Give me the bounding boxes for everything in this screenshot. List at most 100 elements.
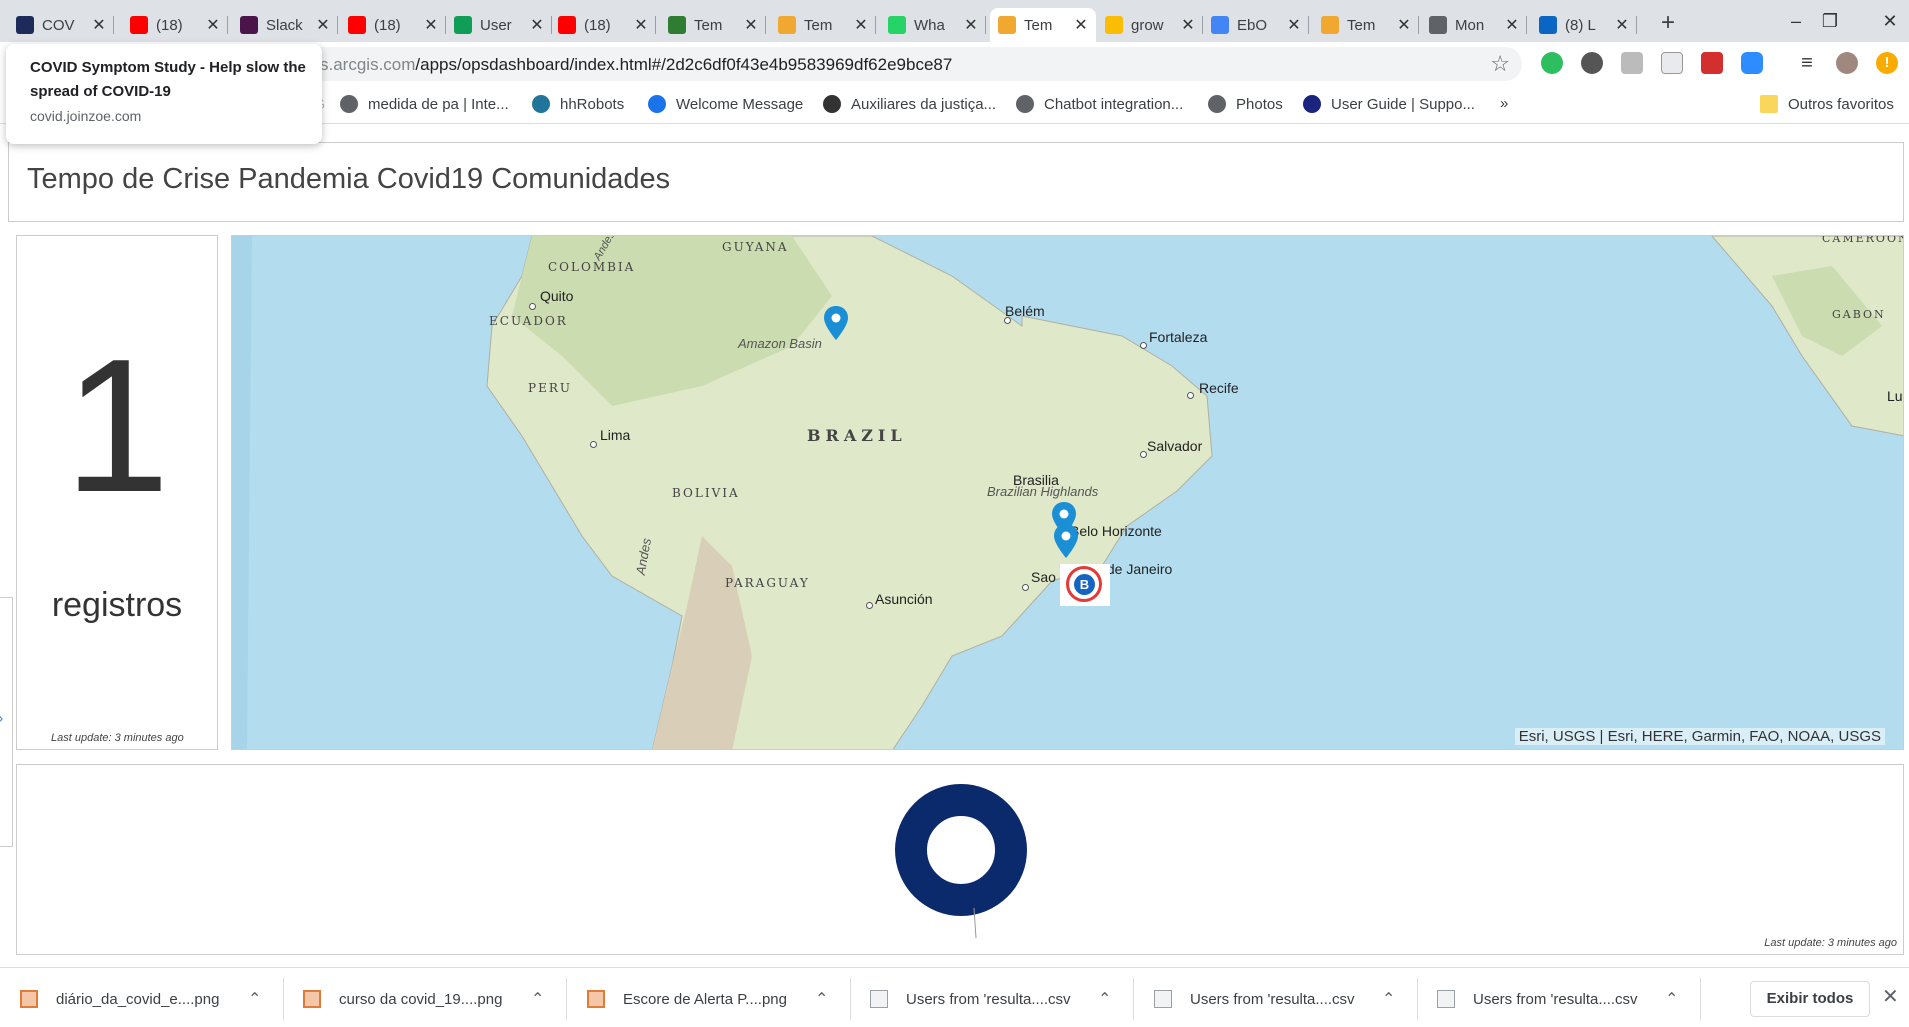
- new-tab-button[interactable]: +: [1653, 8, 1683, 38]
- zoom-icon[interactable]: [1741, 52, 1763, 74]
- tab[interactable]: (8) L ✕: [1531, 8, 1637, 42]
- close-tab-icon[interactable]: ✕: [1287, 15, 1301, 35]
- map-panel[interactable]: GUYANA COLOMBIA ECUADOR PERU BRAZIL BOLI…: [231, 235, 1904, 750]
- youtube-icon: [130, 16, 148, 34]
- download-separator: [1700, 978, 1701, 1020]
- map-label-sao-paulo: Sao: [1031, 569, 1056, 585]
- update-alert-icon[interactable]: !: [1876, 52, 1898, 74]
- chevron-up-icon[interactable]: ⌃: [248, 986, 261, 1012]
- city-dot-salvador: [1140, 451, 1147, 458]
- mendeley-icon[interactable]: [1701, 52, 1723, 74]
- donut-chart: [895, 784, 1027, 938]
- close-window-icon[interactable]: ✕: [1870, 6, 1909, 36]
- tab[interactable]: (18) ✕: [550, 8, 656, 42]
- close-tab-icon[interactable]: ✕: [744, 15, 758, 35]
- map-label-belo-horizonte: Belo Horizonte: [1070, 523, 1162, 539]
- map-marker-highlight[interactable]: B: [1060, 564, 1110, 606]
- bookmark-item[interactable]: Auxiliares da justiça...: [823, 95, 996, 113]
- download-item[interactable]: Users from 'resulta....csv: [870, 986, 1071, 1012]
- close-tab-icon[interactable]: ✕: [854, 15, 868, 35]
- tab[interactable]: (18) ✕: [340, 8, 446, 42]
- chart-last-update: Last update: 3 minutes ago: [1764, 937, 1897, 949]
- tab[interactable]: Wha ✕: [880, 8, 986, 42]
- bookmark-icon: [1303, 95, 1321, 113]
- tab[interactable]: Mon ✕: [1421, 8, 1527, 42]
- download-filename: Users from 'resulta....csv: [1473, 990, 1638, 1008]
- linkedin-icon: [1539, 16, 1557, 34]
- tab[interactable]: grow ✕: [1097, 8, 1203, 42]
- tab[interactable]: User ✕: [446, 8, 552, 42]
- tab[interactable]: COV ✕: [8, 8, 114, 42]
- close-tab-icon[interactable]: ✕: [316, 15, 330, 35]
- restore-icon[interactable]: ❐: [1810, 6, 1850, 36]
- download-item[interactable]: curso da covid_19....png: [303, 986, 502, 1012]
- download-item[interactable]: Users from 'resulta....csv: [1437, 986, 1638, 1012]
- chevron-up-icon[interactable]: ⌃: [531, 986, 544, 1012]
- close-tab-icon[interactable]: ✕: [1181, 15, 1195, 35]
- bookmark-icon: [1208, 95, 1226, 113]
- close-tab-icon[interactable]: ✕: [530, 15, 544, 35]
- dashboard-header: Tempo de Crise Pandemia Covid19 Comunida…: [8, 142, 1904, 222]
- avatar[interactable]: [1836, 52, 1858, 74]
- close-tab-icon[interactable]: ✕: [1505, 15, 1519, 35]
- bookmark-label: Chatbot integration...: [1044, 95, 1184, 113]
- tab[interactable]: (18) ✕: [122, 8, 228, 42]
- close-tab-icon[interactable]: ✕: [964, 15, 978, 35]
- city-dot-lima: [590, 441, 597, 448]
- map-pin-marker[interactable]: [824, 306, 848, 340]
- globe-icon: [1429, 16, 1447, 34]
- slack-icon: [240, 16, 258, 34]
- map-label-bolivia: BOLIVIA: [672, 486, 740, 500]
- map-label-lima: Lima: [600, 427, 631, 443]
- bookmarks-more-button[interactable]: »: [1500, 95, 1508, 112]
- close-tab-icon[interactable]: ✕: [634, 15, 648, 35]
- tab[interactable]: Tem ✕: [990, 8, 1096, 42]
- dashboard-title: Tempo de Crise Pandemia Covid19 Comunida…: [27, 163, 671, 195]
- bookmark-item[interactable]: User Guide | Suppo...: [1303, 95, 1475, 113]
- city-dot-quito: [529, 303, 536, 310]
- close-downloads-icon[interactable]: ✕: [1882, 984, 1899, 1009]
- chevron-up-icon[interactable]: ⌃: [815, 986, 828, 1012]
- download-item[interactable]: Users from 'resulta....csv: [1154, 986, 1355, 1012]
- close-tab-icon[interactable]: ✕: [206, 15, 220, 35]
- tab[interactable]: Tem ✕: [660, 8, 766, 42]
- bookmark-item[interactable]: Welcome Message: [648, 95, 803, 113]
- show-all-downloads-button[interactable]: Exibir todos: [1750, 981, 1870, 1017]
- chevron-up-icon[interactable]: ⌃: [1098, 986, 1111, 1012]
- download-filename: curso da covid_19....png: [339, 990, 503, 1008]
- bookmark-item[interactable]: Chatbot integration...: [1016, 95, 1183, 113]
- tab[interactable]: EbO ✕: [1203, 8, 1309, 42]
- chevron-up-icon[interactable]: ⌃: [1382, 986, 1395, 1012]
- extension-grey-icon[interactable]: [1621, 52, 1643, 74]
- bookmark-item[interactable]: medida de pa | Inte...: [340, 95, 509, 113]
- bookmark-label: Auxiliares da justiça...: [851, 95, 997, 113]
- close-tab-icon[interactable]: ✕: [92, 15, 106, 35]
- tab[interactable]: Tem ✕: [770, 8, 876, 42]
- close-tab-icon[interactable]: ✕: [1074, 15, 1088, 35]
- close-tab-icon[interactable]: ✕: [424, 15, 438, 35]
- chevron-up-icon[interactable]: ⌃: [1665, 986, 1678, 1012]
- tab-label: grow: [1131, 16, 1164, 34]
- tab[interactable]: Slack ✕: [232, 8, 338, 42]
- media-queue-icon[interactable]: ≡: [1796, 52, 1818, 74]
- close-tab-icon[interactable]: ✕: [1397, 15, 1411, 35]
- side-panel-toggle[interactable]: ›: [0, 597, 13, 847]
- tab-label: (18): [584, 16, 611, 34]
- address-bar[interactable]: s.arcgis.com/apps/opsdashboard/index.htm…: [270, 47, 1522, 81]
- bookmark-item[interactable]: Photos: [1208, 95, 1283, 113]
- bookmark-star-icon[interactable]: ☆: [1490, 51, 1510, 77]
- tab[interactable]: Tem ✕: [1313, 8, 1419, 42]
- tooltip-title: COVID Symptom Study - Help slow the spre…: [30, 59, 306, 100]
- extension-circle-icon[interactable]: [1581, 52, 1603, 74]
- evernote-icon[interactable]: [1541, 52, 1563, 74]
- close-tab-icon[interactable]: ✕: [1615, 15, 1629, 35]
- browser-chrome: COV ✕ (18) ✕ Slack ✕ (18) ✕ User ✕ (18) ✕ Tem ✕ Tem ✕ Wh…: [0, 0, 1909, 144]
- download-item[interactable]: diário_da_covid_e....png: [20, 986, 219, 1012]
- map-pin-marker[interactable]: [1054, 524, 1078, 558]
- download-filename: diário_da_covid_e....png: [56, 990, 220, 1008]
- download-separator: [1417, 978, 1418, 1020]
- document-icon[interactable]: [1661, 52, 1683, 74]
- other-bookmarks[interactable]: Outros favoritos: [1760, 95, 1894, 113]
- bookmark-item[interactable]: hhRobots: [532, 95, 624, 113]
- download-item[interactable]: Escore de Alerta P....png: [587, 986, 787, 1012]
